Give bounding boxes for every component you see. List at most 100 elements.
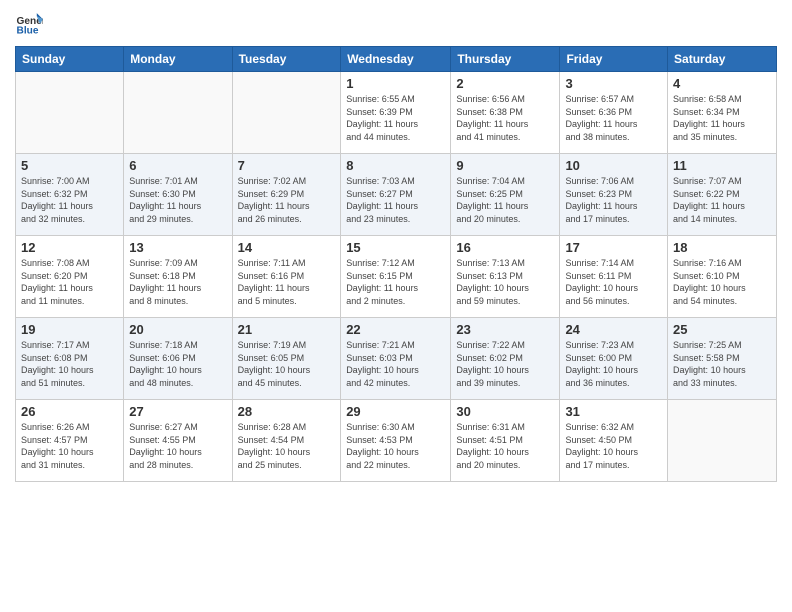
calendar-cell: 31 Sunrise: 6:32 AM Sunset: 4:50 PM Dayli… [560,400,668,482]
day-info: Sunrise: 7:07 AM Sunset: 6:22 PM Dayligh… [673,175,771,225]
calendar-cell: 14Sunrise: 7:11 AM Sunset: 6:16 PM Dayli… [232,236,341,318]
logo: General Blue [15,10,47,38]
day-number: 16 [456,240,554,255]
calendar-cell: 26 Sunrise: 6:26 AM Sunset: 4:57 PM Dayli… [16,400,124,482]
day-info: Sunrise: 7:08 AM Sunset: 6:20 PM Dayligh… [21,257,118,307]
day-info: Sunrise: 6:27 AM Sunset: 4:55 PM Dayligh… [129,421,226,471]
day-info: Sunrise: 7:25 AM Sunset: 5:58 PM Dayligh… [673,339,771,389]
day-number: 17 [565,240,662,255]
calendar-week-row: 26 Sunrise: 6:26 AM Sunset: 4:57 PM Dayli… [16,400,777,482]
day-number: 24 [565,322,662,337]
calendar-cell: 20Sunrise: 7:18 AM Sunset: 6:06 PM Dayli… [124,318,232,400]
calendar-week-row: 12 Sunrise: 7:08 AM Sunset: 6:20 PM Dayli… [16,236,777,318]
day-info: Sunrise: 7:16 AM Sunset: 6:10 PM Dayligh… [673,257,771,307]
calendar-cell: 7 Sunrise: 7:02 AM Sunset: 6:29 PM Daylig… [232,154,341,236]
calendar-cell [16,72,124,154]
day-info: Sunrise: 6:26 AM Sunset: 4:57 PM Dayligh… [21,421,118,471]
day-info: Sunrise: 7:02 AM Sunset: 6:29 PM Dayligh… [238,175,336,225]
day-info: Sunrise: 7:13 AM Sunset: 6:13 PM Dayligh… [456,257,554,307]
calendar-table: SundayMondayTuesdayWednesdayThursdayFrid… [15,46,777,482]
page-header: General Blue [15,10,777,38]
day-number: 13 [129,240,226,255]
day-number: 29 [346,404,445,419]
calendar-cell: 8 Sunrise: 7:03 AM Sunset: 6:27 PM Daylig… [341,154,451,236]
calendar-cell: 11 Sunrise: 7:07 AM Sunset: 6:22 PM Dayli… [668,154,777,236]
calendar-cell: 29 Sunrise: 6:30 AM Sunset: 4:53 PM Dayli… [341,400,451,482]
calendar-cell: 17Sunrise: 7:14 AM Sunset: 6:11 PM Dayli… [560,236,668,318]
calendar-week-row: 1 Sunrise: 6:55 AM Sunset: 6:39 PM Daylig… [16,72,777,154]
day-info: Sunrise: 6:57 AM Sunset: 6:36 PM Dayligh… [565,93,662,143]
day-info: Sunrise: 7:00 AM Sunset: 6:32 PM Dayligh… [21,175,118,225]
day-info: Sunrise: 7:21 AM Sunset: 6:03 PM Dayligh… [346,339,445,389]
day-number: 21 [238,322,336,337]
day-number: 26 [21,404,118,419]
calendar-week-row: 19 Sunrise: 7:17 AM Sunset: 6:08 PM Dayli… [16,318,777,400]
day-number: 2 [456,76,554,91]
day-info: Sunrise: 7:06 AM Sunset: 6:23 PM Dayligh… [565,175,662,225]
weekday-friday: Friday [560,47,668,72]
calendar-cell: 3 Sunrise: 6:57 AM Sunset: 6:36 PM Daylig… [560,72,668,154]
calendar-cell: 24 Sunrise: 7:23 AM Sunset: 6:00 PM Dayli… [560,318,668,400]
calendar-cell: 1 Sunrise: 6:55 AM Sunset: 6:39 PM Daylig… [341,72,451,154]
calendar-cell: 27 Sunrise: 6:27 AM Sunset: 4:55 PM Dayli… [124,400,232,482]
day-info: Sunrise: 6:55 AM Sunset: 6:39 PM Dayligh… [346,93,445,143]
calendar-cell: 10 Sunrise: 7:06 AM Sunset: 6:23 PM Dayli… [560,154,668,236]
day-info: Sunrise: 7:18 AM Sunset: 6:06 PM Dayligh… [129,339,226,389]
day-info: Sunrise: 6:32 AM Sunset: 4:50 PM Dayligh… [565,421,662,471]
day-info: Sunrise: 6:58 AM Sunset: 6:34 PM Dayligh… [673,93,771,143]
day-info: Sunrise: 7:01 AM Sunset: 6:30 PM Dayligh… [129,175,226,225]
day-number: 7 [238,158,336,173]
calendar-cell: 6 Sunrise: 7:01 AM Sunset: 6:30 PM Daylig… [124,154,232,236]
svg-text:Blue: Blue [17,25,39,36]
day-info: Sunrise: 7:23 AM Sunset: 6:00 PM Dayligh… [565,339,662,389]
calendar-cell: 18 Sunrise: 7:16 AM Sunset: 6:10 PM Dayli… [668,236,777,318]
day-number: 14 [238,240,336,255]
day-info: Sunrise: 7:03 AM Sunset: 6:27 PM Dayligh… [346,175,445,225]
calendar-cell: 13Sunrise: 7:09 AM Sunset: 6:18 PM Dayli… [124,236,232,318]
calendar-cell [232,72,341,154]
calendar-cell: 4 Sunrise: 6:58 AM Sunset: 6:34 PM Daylig… [668,72,777,154]
weekday-saturday: Saturday [668,47,777,72]
day-info: Sunrise: 7:22 AM Sunset: 6:02 PM Dayligh… [456,339,554,389]
calendar-cell: 22 Sunrise: 7:21 AM Sunset: 6:03 PM Dayli… [341,318,451,400]
weekday-sunday: Sunday [16,47,124,72]
day-info: Sunrise: 7:12 AM Sunset: 6:15 PM Dayligh… [346,257,445,307]
day-number: 9 [456,158,554,173]
day-number: 28 [238,404,336,419]
day-info: Sunrise: 6:31 AM Sunset: 4:51 PM Dayligh… [456,421,554,471]
day-number: 19 [21,322,118,337]
calendar-cell: 23Sunrise: 7:22 AM Sunset: 6:02 PM Dayli… [451,318,560,400]
calendar-cell: 9 Sunrise: 7:04 AM Sunset: 6:25 PM Daylig… [451,154,560,236]
calendar-cell: 25 Sunrise: 7:25 AM Sunset: 5:58 PM Dayli… [668,318,777,400]
day-info: Sunrise: 6:28 AM Sunset: 4:54 PM Dayligh… [238,421,336,471]
day-info: Sunrise: 6:56 AM Sunset: 6:38 PM Dayligh… [456,93,554,143]
day-number: 5 [21,158,118,173]
day-number: 27 [129,404,226,419]
day-info: Sunrise: 7:04 AM Sunset: 6:25 PM Dayligh… [456,175,554,225]
calendar-cell [124,72,232,154]
day-number: 31 [565,404,662,419]
day-number: 25 [673,322,771,337]
weekday-header-row: SundayMondayTuesdayWednesdayThursdayFrid… [16,47,777,72]
calendar-cell: 2 Sunrise: 6:56 AM Sunset: 6:38 PM Daylig… [451,72,560,154]
logo-icon: General Blue [15,10,43,38]
calendar-cell: 30Sunrise: 6:31 AM Sunset: 4:51 PM Dayli… [451,400,560,482]
day-number: 10 [565,158,662,173]
day-number: 6 [129,158,226,173]
calendar-cell: 15Sunrise: 7:12 AM Sunset: 6:15 PM Dayli… [341,236,451,318]
day-number: 4 [673,76,771,91]
day-number: 3 [565,76,662,91]
day-number: 1 [346,76,445,91]
weekday-thursday: Thursday [451,47,560,72]
day-number: 18 [673,240,771,255]
day-number: 11 [673,158,771,173]
calendar-cell: 12 Sunrise: 7:08 AM Sunset: 6:20 PM Dayli… [16,236,124,318]
day-number: 12 [21,240,118,255]
day-number: 8 [346,158,445,173]
calendar-cell: 5 Sunrise: 7:00 AM Sunset: 6:32 PM Daylig… [16,154,124,236]
weekday-wednesday: Wednesday [341,47,451,72]
day-info: Sunrise: 6:30 AM Sunset: 4:53 PM Dayligh… [346,421,445,471]
calendar-cell: 21Sunrise: 7:19 AM Sunset: 6:05 PM Dayli… [232,318,341,400]
day-info: Sunrise: 7:17 AM Sunset: 6:08 PM Dayligh… [21,339,118,389]
day-number: 22 [346,322,445,337]
